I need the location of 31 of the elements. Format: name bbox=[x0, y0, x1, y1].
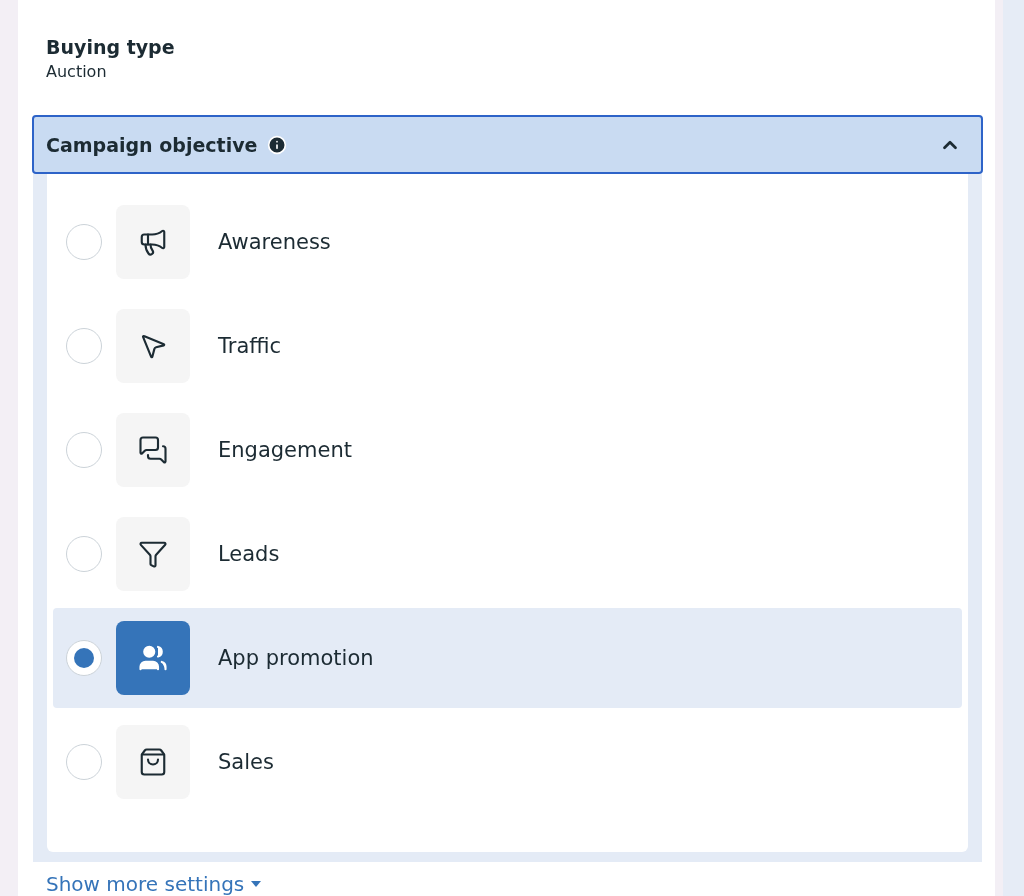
objective-option[interactable]: Engagement bbox=[53, 400, 962, 500]
shopping-bag-icon bbox=[116, 725, 190, 799]
option-label: App promotion bbox=[218, 646, 374, 670]
radio-button[interactable] bbox=[66, 640, 102, 676]
people-icon bbox=[116, 621, 190, 695]
option-label: Sales bbox=[218, 750, 274, 774]
info-icon[interactable] bbox=[267, 134, 288, 155]
option-label: Leads bbox=[218, 542, 280, 566]
objective-option[interactable]: Sales bbox=[53, 712, 962, 812]
radio-button[interactable] bbox=[66, 536, 102, 572]
section-title: Campaign objective bbox=[46, 133, 258, 156]
caret-icon bbox=[250, 880, 263, 888]
objective-option[interactable]: App promotion bbox=[53, 608, 962, 708]
objective-option[interactable]: Awareness bbox=[53, 192, 962, 292]
field-label: Buying type bbox=[46, 36, 176, 58]
megaphone-icon bbox=[116, 205, 190, 279]
cursor-icon bbox=[116, 309, 190, 383]
radio-button[interactable] bbox=[66, 744, 102, 780]
radio-button[interactable] bbox=[66, 224, 102, 260]
objective-option[interactable]: Traffic bbox=[53, 296, 962, 396]
show-more-link[interactable]: Show more settings bbox=[46, 872, 263, 896]
accordion-header[interactable]: Campaign objective bbox=[32, 115, 983, 174]
funnel-icon bbox=[116, 517, 190, 591]
speech-bubbles-icon bbox=[116, 413, 190, 487]
option-label: Traffic bbox=[218, 334, 282, 358]
objective-option[interactable]: Leads bbox=[53, 504, 962, 604]
radio-button[interactable] bbox=[66, 432, 102, 468]
option-label: Engagement bbox=[218, 438, 352, 462]
option-label: Awareness bbox=[218, 230, 331, 254]
field-value: Auction bbox=[46, 62, 108, 81]
radio-button[interactable] bbox=[66, 328, 102, 364]
